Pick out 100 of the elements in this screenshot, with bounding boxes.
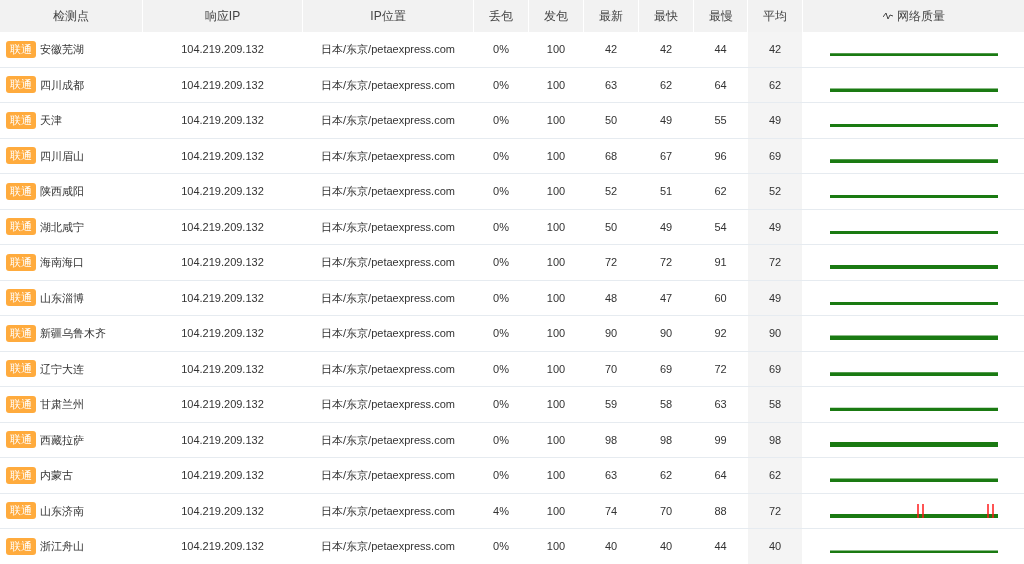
table-cell-text: 0% — [493, 397, 509, 412]
average-cell: 42 — [748, 32, 802, 67]
isp-tag: 联通 — [6, 431, 36, 449]
isp-tag: 联通 — [6, 111, 36, 129]
column-header: 平均 — [748, 0, 802, 32]
average-cell: 98 — [748, 422, 802, 457]
table-cell-text: 52 — [604, 184, 618, 199]
table-cell-text: 100 — [546, 361, 566, 377]
table-cell-text: 58 — [659, 397, 673, 412]
table-cell-text: 0% — [493, 77, 509, 93]
isp-tag: 联通 — [6, 147, 36, 165]
average-cell: 58 — [748, 387, 802, 422]
location-text: 西藏拉萨 — [40, 432, 84, 448]
location-text: 安徽芜湖 — [40, 42, 84, 57]
table-cell-text: 日本/东京/petaexpress.com — [321, 148, 455, 164]
table-cell-text: 0% — [493, 42, 509, 57]
table-cell-text: 日本/东京/petaexpress.com — [321, 361, 455, 377]
location-text: 浙江舟山 — [40, 539, 84, 554]
table-cell-text: 99 — [714, 432, 727, 448]
table-cell-text: 日本/东京/petaexpress.com — [321, 539, 455, 554]
location-text: 山东济南 — [40, 503, 84, 519]
table-cell-text: 100 — [546, 432, 566, 448]
table-cell-text: 59 — [604, 397, 618, 412]
table-cell-text: 64 — [714, 468, 727, 483]
table-cell-text: 100 — [546, 503, 566, 519]
table-cell-text: 100 — [546, 326, 566, 341]
table-cell-text: 0% — [493, 184, 509, 199]
column-header: 发包 — [529, 0, 583, 32]
table-cell-text: 67 — [659, 148, 673, 164]
table-cell-text: 63 — [604, 77, 618, 93]
table-cell-text: 0% — [493, 432, 509, 448]
table-cell-text: 4% — [493, 503, 509, 519]
table-cell-text: 62 — [714, 184, 727, 199]
table-cell-text: 0% — [493, 539, 509, 554]
table-cell-text: 69 — [659, 361, 673, 377]
table-cell-text: 104.219.209.132 — [181, 184, 264, 199]
table-cell-text: 40 — [659, 539, 673, 554]
table-cell-text: 47 — [659, 290, 673, 306]
table-cell-text: 104.219.209.132 — [181, 432, 264, 448]
table-cell-text: 0% — [493, 255, 509, 270]
average-cell: 62 — [748, 458, 802, 493]
average-cell: 69 — [748, 138, 802, 173]
location-text: 四川眉山 — [40, 148, 84, 164]
table-cell-text: 49 — [659, 219, 673, 235]
column-header: 丢包 — [474, 0, 528, 32]
table-cell-text: 100 — [546, 77, 566, 93]
column-header: 响应IP — [143, 0, 302, 32]
table-cell-text: 100 — [546, 255, 566, 270]
table-cell-text: 100 — [546, 148, 566, 164]
table-cell-text: 104.219.209.132 — [181, 255, 264, 270]
table-cell-text: 104.219.209.132 — [181, 503, 264, 519]
table-cell-text: 48 — [604, 290, 618, 306]
table-cell-text: 104.219.209.132 — [181, 468, 264, 483]
table-cell-text: 51 — [659, 184, 673, 199]
average-cell: 62 — [748, 67, 802, 102]
table-cell-text: 63 — [604, 468, 618, 483]
table-cell-text: 92 — [714, 326, 727, 341]
location-text: 内蒙古 — [40, 468, 73, 483]
table-cell-text: 0% — [493, 219, 509, 235]
isp-tag: 联通 — [6, 289, 36, 307]
table-cell-text: 104.219.209.132 — [181, 361, 264, 377]
table-cell-text: 42 — [659, 42, 673, 57]
table-cell-text: 44 — [714, 539, 727, 554]
location-text: 辽宁大连 — [40, 361, 84, 377]
table-cell-text: 49 — [659, 113, 673, 128]
table-cell-text: 日本/东京/petaexpress.com — [321, 219, 455, 235]
table-cell-text: 63 — [714, 397, 727, 412]
location-text: 海南海口 — [40, 255, 84, 270]
table-cell-text: 0% — [493, 361, 509, 377]
column-header: 网络质量 — [803, 0, 1024, 32]
table-cell-text: 日本/东京/petaexpress.com — [321, 184, 455, 199]
table-cell-text: 90 — [659, 326, 673, 341]
table-cell-text: 100 — [546, 219, 566, 235]
average-cell: 72 — [748, 245, 802, 280]
table-cell-text: 0% — [493, 290, 509, 306]
table-cell-text: 0% — [493, 113, 509, 128]
table-cell-text: 日本/东京/petaexpress.com — [321, 113, 455, 128]
location-text: 湖北咸宁 — [40, 219, 84, 235]
pulse-icon — [882, 12, 893, 20]
table-cell-text: 日本/东京/petaexpress.com — [321, 397, 455, 412]
table-cell-text: 70 — [659, 503, 673, 519]
table-cell-text: 104.219.209.132 — [181, 290, 264, 306]
table-cell-text: 104.219.209.132 — [181, 42, 264, 57]
table-cell-text: 64 — [714, 77, 727, 93]
column-header: IP位置 — [303, 0, 473, 32]
location-text: 天津 — [40, 113, 62, 128]
table-cell-text: 98 — [659, 432, 673, 448]
table-cell-text: 日本/东京/petaexpress.com — [321, 77, 455, 93]
isp-tag: 联通 — [6, 182, 36, 200]
average-cell: 49 — [748, 103, 802, 138]
location-text: 甘肃兰州 — [40, 397, 84, 412]
table-cell-text: 日本/东京/petaexpress.com — [321, 503, 455, 519]
table-cell-text: 55 — [714, 113, 727, 128]
table-cell-text: 100 — [546, 113, 566, 128]
table-cell-text: 104.219.209.132 — [181, 77, 264, 93]
table-cell-text: 96 — [714, 148, 727, 164]
table-cell-text: 0% — [493, 326, 509, 341]
table-cell-text: 日本/东京/petaexpress.com — [321, 290, 455, 306]
column-header: 检测点 — [0, 0, 142, 32]
table-cell-text: 日本/东京/petaexpress.com — [321, 326, 455, 341]
